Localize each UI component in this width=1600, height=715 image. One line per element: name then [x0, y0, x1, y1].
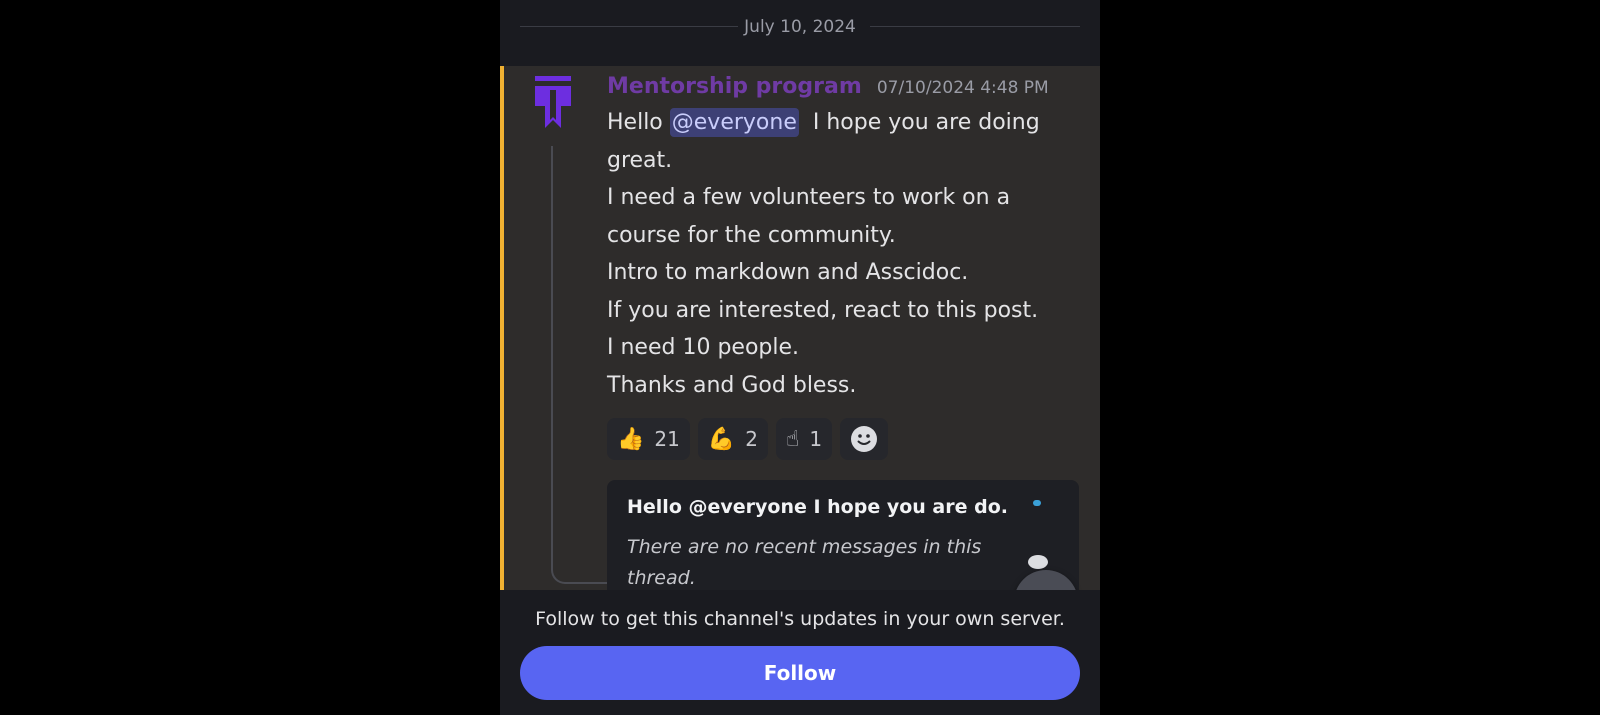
reaction-flexed-biceps[interactable]: 💪 2 [697, 418, 768, 460]
flexed-biceps-icon: 💪 [707, 426, 736, 452]
avatar[interactable] [533, 76, 573, 132]
add-reaction-button[interactable] [840, 418, 889, 460]
message-line: I need a few volunteers to work on a [607, 185, 1011, 210]
reaction-thumbs-up[interactable]: 👍 21 [607, 418, 690, 460]
author-name[interactable]: Mentorship program [607, 74, 862, 99]
mention-highlight-bar [500, 66, 504, 590]
message[interactable]: Mentorship program 07/10/2024 4:48 PM He… [500, 66, 1100, 590]
thread-title: Hello @everyone I hope you are do... [627, 496, 1007, 518]
thread-preview[interactable]: Hello @everyone I hope you are do... The… [607, 480, 1079, 590]
reaction-count: 21 [654, 427, 680, 451]
follow-prompt: Follow to get this channel's updates in … [535, 608, 1065, 630]
thread-empty-text: There are no recent messages in this thr… [627, 536, 982, 589]
reaction-index-pointing-up[interactable]: ☝ 1 [776, 418, 833, 460]
message-line: Thanks and God bless. [607, 372, 857, 398]
message-line-rest: I hope you are doing [812, 110, 1040, 135]
message-content: Hello @everyone I hope you are doing gre… [607, 104, 1057, 404]
message-timestamp: 07/10/2024 4:48 PM [876, 78, 1049, 98]
message-line: Hello @everyone I hope you are doing [607, 104, 1057, 142]
reaction-count: 2 [745, 427, 758, 451]
channel-view: July 10, 2024 Mentorship program 07/10/2… [500, 0, 1100, 715]
smiley-icon [851, 426, 878, 452]
everyone-mention[interactable]: @everyone [669, 108, 799, 137]
thread-connector [551, 146, 607, 584]
message-line: If you are interested, react to this pos… [607, 297, 1039, 323]
divider-line-right [870, 26, 1080, 27]
message-line: Intro to markdown and Asscidoc. [607, 260, 969, 285]
thread-avatar-icon [1028, 500, 1048, 569]
divider-line-left [520, 26, 738, 27]
date-divider-label: July 10, 2024 [744, 17, 856, 37]
message-header: Mentorship program 07/10/2024 4:48 PM [607, 74, 1049, 99]
message-line: I need 10 people. [607, 335, 800, 360]
greeting-text: Hello [607, 110, 663, 135]
reaction-count: 1 [809, 427, 823, 451]
follow-button[interactable]: Follow [520, 646, 1080, 700]
message-line: course for the community. [607, 222, 896, 248]
index-pointing-up-icon: ☝ [786, 426, 800, 452]
message-line: great. [607, 147, 673, 173]
reactions-bar: 👍 21 💪 2 ☝ 1 [607, 418, 889, 460]
follow-footer: Follow to get this channel's updates in … [500, 590, 1100, 715]
date-divider: July 10, 2024 [500, 0, 1100, 54]
thumbs-up-icon: 👍 [617, 426, 645, 452]
